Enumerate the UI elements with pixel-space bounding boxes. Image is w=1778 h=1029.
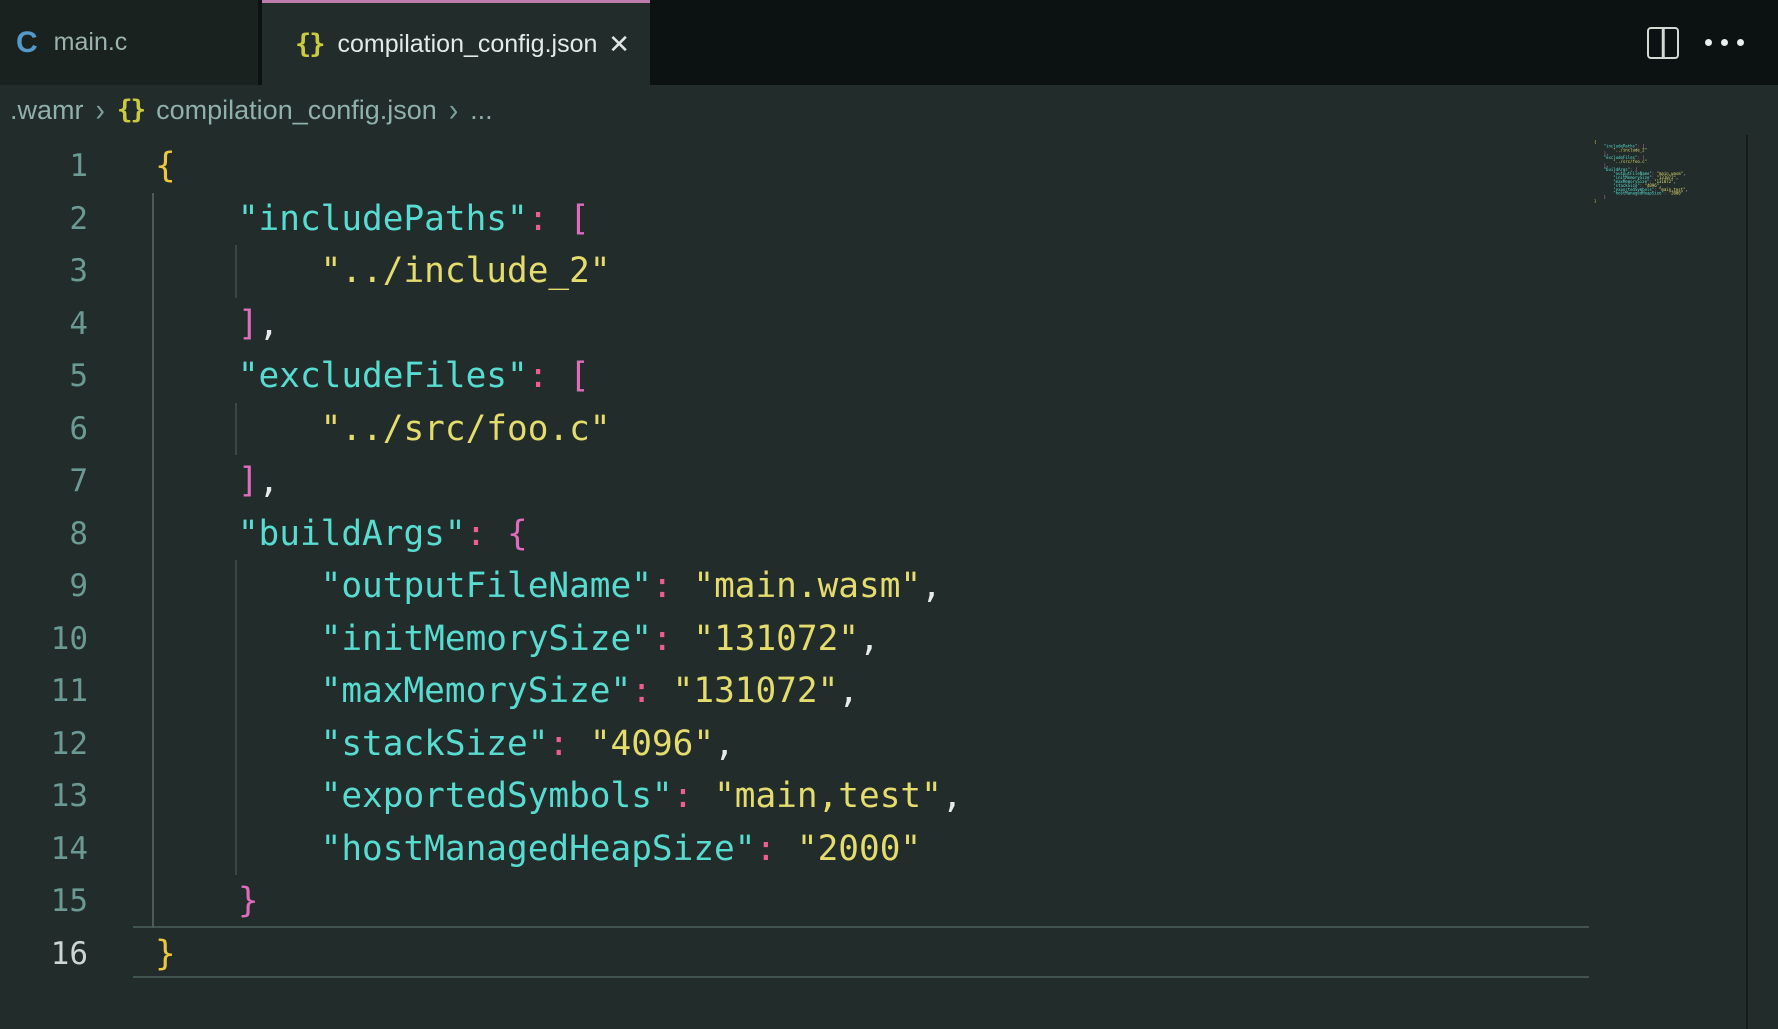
line-number[interactable]: 12 <box>0 718 88 771</box>
line-number-gutter[interactable]: 12345678910111213141516 <box>0 140 88 980</box>
minimap-content: { "includePaths": [ "../include_2" ], "e… <box>1593 140 1631 203</box>
line-number[interactable]: 8 <box>0 508 88 561</box>
more-actions-icon[interactable] <box>1705 39 1744 46</box>
line-number[interactable]: 5 <box>0 350 88 403</box>
tab-label: compilation_config.json <box>338 30 598 59</box>
tab-main-c[interactable]: C main.c <box>0 0 258 85</box>
breadcrumb-folder[interactable]: .wamr <box>10 95 84 126</box>
line-number[interactable]: 15 <box>0 875 88 928</box>
json-file-icon: {} <box>117 95 144 125</box>
tab-bar: C main.c {} compilation_config.json ✕ <box>0 0 1778 85</box>
code-line[interactable]: "exportedSymbols": "main,test", <box>133 770 1589 823</box>
minimap-divider <box>1746 135 1748 1029</box>
code-line[interactable]: "../include_2" <box>133 245 1589 298</box>
vscode-editor-window: C main.c {} compilation_config.json ✕ .w… <box>0 0 1778 1029</box>
code-line[interactable]: "maxMemorySize": "131072", <box>133 665 1589 718</box>
breadcrumb: .wamr › {} compilation_config.json › ... <box>0 85 1778 135</box>
code-line[interactable]: "hostManagedHeapSize": "2000" <box>133 823 1589 876</box>
line-number[interactable]: 9 <box>0 560 88 613</box>
code-line[interactable]: "includePaths": [ <box>133 193 1589 246</box>
breadcrumb-file[interactable]: compilation_config.json <box>156 95 437 126</box>
line-number[interactable]: 16 <box>0 928 88 981</box>
line-number[interactable]: 3 <box>0 245 88 298</box>
code-line[interactable]: { <box>133 140 1589 193</box>
chevron-right-icon: › <box>449 92 458 129</box>
line-number[interactable]: 7 <box>0 455 88 508</box>
code-line[interactable]: ], <box>133 455 1589 508</box>
tab-compilation-config-json[interactable]: {} compilation_config.json ✕ <box>262 0 650 85</box>
line-number[interactable]: 2 <box>0 193 88 246</box>
c-file-icon: C <box>16 26 38 60</box>
line-number[interactable]: 14 <box>0 823 88 876</box>
code-line[interactable]: "stackSize": "4096", <box>133 718 1589 771</box>
code-line[interactable]: "excludeFiles": [ <box>133 350 1589 403</box>
code-line[interactable]: "initMemorySize": "131072", <box>133 613 1589 666</box>
line-number[interactable]: 13 <box>0 770 88 823</box>
split-editor-icon[interactable] <box>1647 27 1679 59</box>
code-line[interactable]: } <box>133 928 1589 981</box>
editor-actions <box>1647 0 1744 85</box>
json-file-icon: {} <box>295 29 324 60</box>
code-line[interactable]: } <box>1593 199 1631 203</box>
line-number[interactable]: 10 <box>0 613 88 666</box>
code-line[interactable]: } <box>133 875 1589 928</box>
line-number[interactable]: 6 <box>0 403 88 456</box>
code-line[interactable]: "../src/foo.c" <box>133 403 1589 456</box>
close-icon[interactable]: ✕ <box>608 31 630 57</box>
line-number[interactable]: 11 <box>0 665 88 718</box>
line-number[interactable]: 1 <box>0 140 88 193</box>
tab-label: main.c <box>54 28 128 57</box>
line-number[interactable]: 4 <box>0 298 88 351</box>
code-content[interactable]: { "includePaths": [ "../include_2" ], "e… <box>133 140 1589 980</box>
breadcrumb-symbol[interactable]: ... <box>470 95 493 126</box>
code-line[interactable]: "buildArgs": { <box>133 508 1589 561</box>
code-line[interactable]: ], <box>133 298 1589 351</box>
minimap[interactable]: { "includePaths": [ "../include_2" ], "e… <box>1593 140 1746 1029</box>
code-line[interactable]: "outputFileName": "main.wasm", <box>133 560 1589 613</box>
chevron-right-icon: › <box>96 92 105 129</box>
code-editor[interactable]: 12345678910111213141516 { "includePaths"… <box>0 135 1778 1029</box>
